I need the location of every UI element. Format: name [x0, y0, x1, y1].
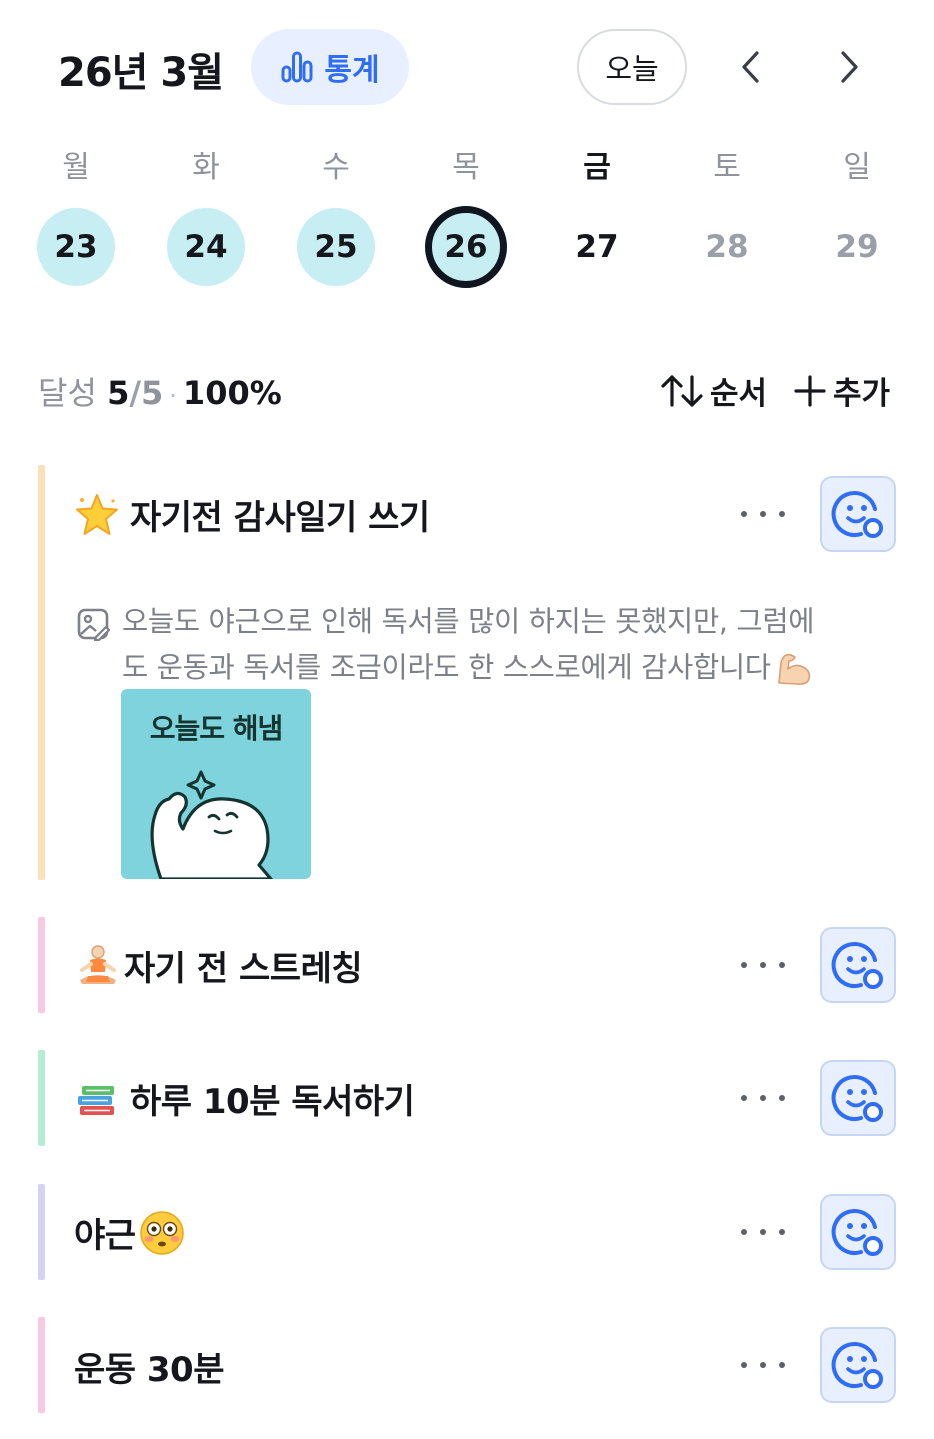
summary-percent: 100%: [182, 374, 282, 412]
dot: [779, 1362, 785, 1368]
day-27[interactable]: 27: [558, 208, 636, 286]
weekday-sat: 토: [713, 150, 741, 185]
reaction-button[interactable]: [820, 476, 896, 552]
dot: [760, 962, 766, 968]
weekday-fri: 금: [583, 150, 611, 185]
summary-label: 달성: [38, 374, 97, 412]
reaction-button[interactable]: [820, 1194, 896, 1270]
flushed-face-icon: [139, 1210, 184, 1255]
weekday-thu: 목: [452, 150, 480, 185]
achievement-summary: 달성 5/5 · 100%: [38, 374, 282, 412]
bar-chart-icon: [281, 51, 313, 83]
smiley-add-icon: [831, 491, 883, 538]
reaction-button[interactable]: [820, 1060, 896, 1136]
chevron-left-icon: [742, 51, 759, 83]
habit-title: 자기전 감사일기 쓰기: [130, 498, 430, 538]
habit-item[interactable]: 야근: [38, 1184, 908, 1280]
dot: [741, 962, 747, 968]
summary-done: 5: [107, 374, 130, 412]
prev-week-button[interactable]: [731, 44, 771, 90]
habit-color-bar: [38, 1317, 45, 1413]
habit-color-bar: [38, 465, 45, 880]
habit-title: 하루 10분 독서하기: [130, 1082, 415, 1122]
smiley-add-icon: [831, 1342, 883, 1389]
chevron-right-icon: [841, 51, 858, 83]
reaction-button[interactable]: [820, 1327, 896, 1403]
day-29[interactable]: 29: [818, 208, 896, 286]
habit-title-row: 자기 전 스트레칭: [74, 941, 363, 990]
memo-line: 도 운동과 독서를 조금이라도 한 스스로에게 감사합니다: [122, 651, 771, 684]
next-week-button[interactable]: [829, 44, 869, 90]
smiley-add-icon: [831, 942, 883, 989]
dot: [741, 1362, 747, 1368]
habit-title-row: 야근: [74, 1208, 186, 1257]
dot: [741, 1229, 747, 1235]
habit-title-row: 운동 30분: [74, 1342, 225, 1391]
star-icon: [76, 493, 118, 535]
weekday-wed: 수: [322, 150, 350, 185]
more-options-button[interactable]: [741, 1222, 785, 1242]
memo-line: 오늘도 야근으로 인해 독서를 많이 하지는 못했지만, 그럼에: [122, 605, 815, 638]
add-habit-button[interactable]: 추가: [793, 368, 890, 413]
sort-arrows-icon: [661, 374, 703, 407]
stats-label: 통계: [324, 53, 380, 88]
habit-color-bar: [38, 917, 45, 1013]
more-options-button[interactable]: [741, 1088, 785, 1108]
month-title: 26년 3월: [58, 50, 224, 96]
dot: [741, 511, 747, 517]
habit-item[interactable]: 자기 전 스트레칭: [38, 917, 908, 1013]
day-24[interactable]: 24: [167, 208, 245, 286]
image-memo-icon: [77, 608, 110, 641]
habit-memo: 오늘도 야근으로 인해 독서를 많이 하지는 못했지만, 그럼에 도 운동과 독…: [76, 599, 886, 691]
dot: [760, 1229, 766, 1235]
dot: [760, 1362, 766, 1368]
weekday-mon: 월: [62, 150, 90, 185]
calendar-header: 26년 3월 통계 오늘: [0, 0, 934, 130]
stats-button[interactable]: 통계: [251, 29, 409, 105]
habit-title: 자기 전 스트레칭: [124, 949, 363, 989]
dot: [779, 1229, 785, 1235]
dot: [779, 511, 785, 517]
habit-title: 야근: [74, 1216, 136, 1256]
day-28[interactable]: 28: [688, 208, 766, 286]
dot: [760, 1095, 766, 1101]
plus-icon: [794, 374, 826, 407]
dot: [741, 1095, 747, 1101]
habit-color-bar: [38, 1184, 45, 1280]
yoga-icon: [80, 944, 116, 984]
day-25[interactable]: 25: [297, 208, 375, 286]
add-label: 추가: [833, 376, 891, 412]
habit-title-row: 하루 10분 독서하기: [74, 1074, 415, 1123]
dot: [779, 1095, 785, 1101]
smiley-add-icon: [831, 1075, 883, 1122]
dot: [760, 511, 766, 517]
day-26-selected[interactable]: 26: [425, 206, 507, 288]
cheering-character-illustration: [150, 770, 273, 879]
reorder-label: 순서: [710, 376, 768, 412]
weekday-tue: 화: [192, 150, 220, 185]
more-options-button[interactable]: [741, 504, 785, 524]
dot: [779, 962, 785, 968]
smiley-add-icon: [831, 1209, 883, 1256]
more-options-button[interactable]: [741, 1355, 785, 1375]
today-button[interactable]: 오늘: [577, 29, 687, 105]
day-23[interactable]: 23: [37, 208, 115, 286]
habit-item[interactable]: 하루 10분 독서하기: [38, 1050, 908, 1146]
reorder-button[interactable]: 순서: [660, 368, 767, 413]
habit-title-row: 자기전 감사일기 쓰기: [74, 490, 430, 539]
habit-item[interactable]: 운동 30분: [38, 1317, 908, 1413]
habit-title: 운동 30분: [74, 1350, 225, 1390]
more-options-button[interactable]: [741, 955, 785, 975]
summary-total: 5: [141, 374, 164, 412]
habit-color-bar: [38, 1050, 45, 1146]
photo-sticker[interactable]: 오늘도 해냄: [121, 689, 311, 879]
books-icon: [78, 1085, 114, 1115]
habit-item[interactable]: 자기전 감사일기 쓰기 오늘도 야근으로 인해 독서를 많이 하지는 못했지만,…: [38, 465, 908, 880]
flexed-biceps-icon: [777, 653, 810, 685]
weekday-sun: 일: [843, 150, 871, 185]
reaction-button[interactable]: [820, 927, 896, 1003]
